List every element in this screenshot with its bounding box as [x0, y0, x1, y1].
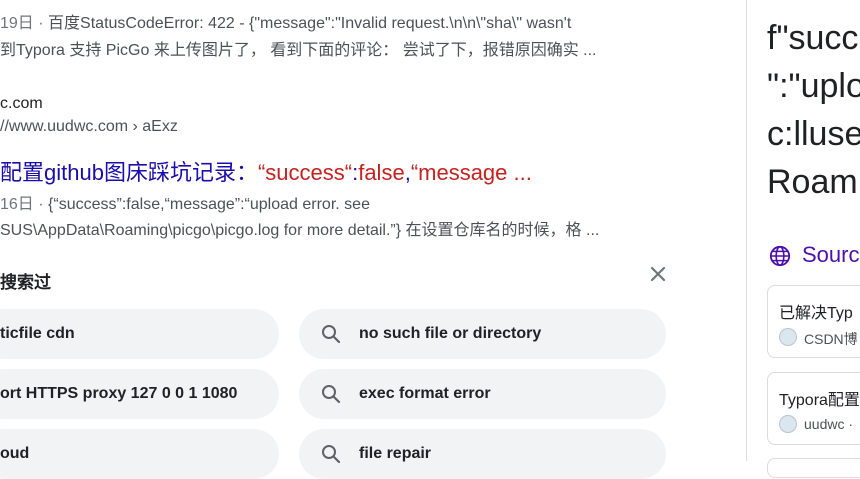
- search-icon: [322, 445, 341, 464]
- result-date: 19日: [0, 15, 34, 32]
- panel-quote-line: Roam: [767, 163, 858, 201]
- sources-heading[interactable]: Sourc: [802, 242, 859, 268]
- column-divider: [746, 0, 747, 461]
- source-card-title: Typora配置: [779, 392, 860, 409]
- related-search-pill[interactable]: oud: [0, 429, 279, 479]
- related-search-label: ort HTTPS proxy 127 0 0 1 1080: [0, 385, 238, 402]
- result-snippet-line: 19日 · 百度StatusCodeError: 422 - {"message…: [0, 15, 572, 32]
- result-date: 16日: [0, 196, 34, 213]
- related-search-pill[interactable]: ort HTTPS proxy 127 0 0 1 1080: [0, 369, 279, 419]
- related-search-pill[interactable]: file repair: [299, 429, 666, 479]
- related-search-label: file repair: [359, 445, 432, 462]
- source-card[interactable]: 已解决Typ CSDN博: [767, 285, 860, 358]
- result-snippet-line: 到Typora 支持 PicGo 来上传图片了， 看到下面的评论： 尝试了下，报…: [0, 42, 597, 59]
- favicon-icon: [779, 328, 797, 346]
- result-snippet-text: 百度StatusCodeError: 422 - {"message":"Inv…: [48, 15, 572, 32]
- result-title-highlight: false: [358, 160, 405, 185]
- related-search-pill[interactable]: exec format error: [299, 369, 666, 419]
- search-icon: [322, 325, 341, 344]
- related-search-label: no such file or directory: [359, 325, 542, 342]
- panel-quote-line: c:lluse: [767, 115, 860, 153]
- close-icon[interactable]: [648, 264, 668, 284]
- related-search-label: exec format error: [359, 385, 491, 402]
- source-card-site: uudwc ·: [804, 416, 854, 432]
- search-icon: [322, 385, 341, 404]
- source-card[interactable]: Typora配置 uudwc ·: [767, 372, 860, 445]
- result-url[interactable]: //www.uudwc.com › aExz: [0, 118, 178, 136]
- source-card-title: 已解决Typ: [779, 305, 853, 322]
- related-search-label: ticfile cdn: [0, 325, 75, 342]
- result-title-highlight: “message ...: [410, 160, 532, 185]
- related-search-pill[interactable]: no such file or directory: [299, 309, 666, 359]
- result-site-name[interactable]: c.com: [0, 95, 43, 113]
- result-snippet-text: {“success”:false,“message”:“upload error…: [48, 196, 370, 213]
- people-also-search-title: 搜索过: [0, 273, 51, 292]
- related-search-pill[interactable]: ticfile cdn: [0, 309, 279, 359]
- source-card[interactable]: [767, 458, 860, 478]
- result-title-text: 配置github图床踩坑记录：: [0, 160, 258, 185]
- related-search-label: oud: [0, 445, 30, 462]
- result-title-link[interactable]: 配置github图床踩坑记录：“success“:false,“message …: [0, 155, 532, 187]
- panel-quote-line: f"succ: [767, 19, 859, 57]
- source-card-site: CSDN博: [804, 331, 858, 347]
- result-title-highlight: “success“: [257, 160, 353, 185]
- result-snippet-line: 16日 · {“success”:false,“message”:“upload…: [0, 196, 370, 213]
- panel-quote-line: ":"uplo: [767, 67, 860, 105]
- favicon-icon: [779, 415, 797, 433]
- globe-icon: [769, 245, 791, 267]
- result-snippet-line: SUS\AppData\Roaming\picgo\picgo.log for …: [0, 222, 600, 239]
